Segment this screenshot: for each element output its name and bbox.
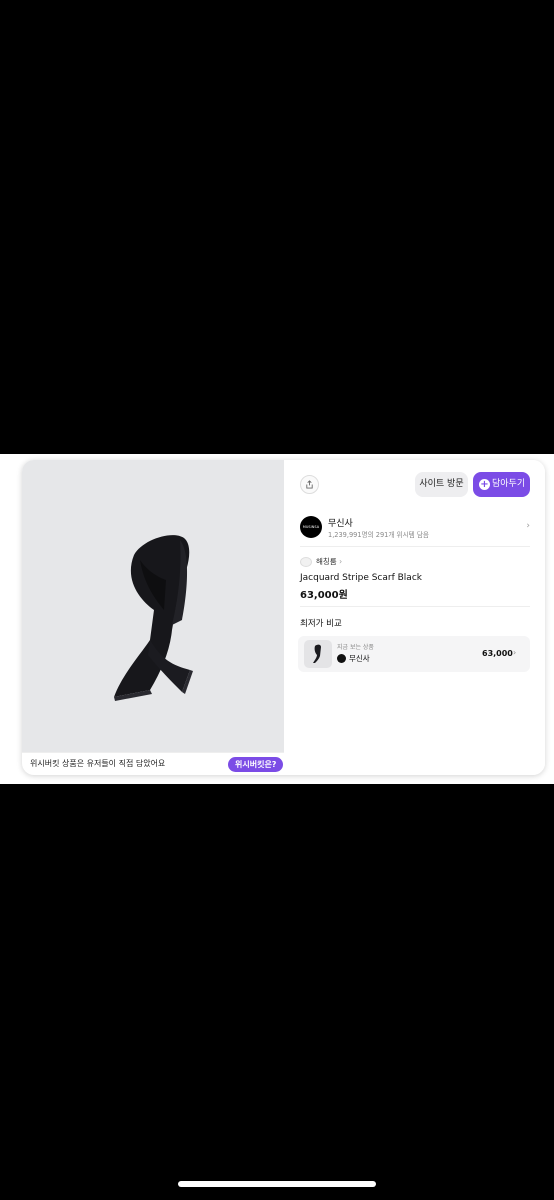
store-mini-logo [337,654,346,663]
chevron-right-icon: › [513,648,517,657]
divider [300,546,530,547]
share-icon [306,480,313,489]
visit-site-button[interactable]: 사이트 방문 [415,472,468,497]
compare-thumbnail [304,640,332,668]
home-indicator[interactable] [178,1181,376,1187]
compare-card[interactable]: 지금 보는 상품 무신사 63,000 › [298,636,530,672]
product-photo[interactable]: 위시버킷 상품은 유저들이 직접 담았어요 위시버킷은? [22,460,284,775]
brand-logo [300,557,312,567]
divider [300,606,530,607]
product-card: 위시버킷 상품은 유저들이 직접 담았어요 위시버킷은? 사이트 방문 + 담아… [22,460,545,775]
compare-title: 최저가 비교 [300,619,342,629]
scarf-image [114,535,193,701]
store-meta: 1,239,991명의 291개 위시템 담음 [328,531,429,539]
share-button[interactable] [300,475,319,494]
store-row[interactable]: MUSINSA 무신사 1,239,991명의 291개 위시템 담음 › [300,516,530,540]
brand-name: 해칭룸 › [316,557,343,566]
save-button[interactable]: + 담아두기 [473,472,530,497]
compare-label: 지금 보는 상품 [337,644,374,651]
photo-footer-text: 위시버킷 상품은 유저들이 직접 담았어요 [30,759,166,768]
wishbucket-info-button[interactable]: 위시버킷은? [228,757,284,772]
store-logo: MUSINSA [300,516,322,538]
plus-icon: + [479,479,490,490]
save-button-label: 담아두기 [492,479,526,489]
product-price: 63,000원 [300,590,348,601]
store-name: 무신사 [328,519,353,529]
product-name: Jacquard Stripe Scarf Black [300,573,422,583]
photo-footer: 위시버킷 상품은 유저들이 직접 담았어요 위시버킷은? [22,752,284,775]
compare-price: 63,000 [482,649,513,658]
detail-panel: 사이트 방문 + 담아두기 MUSINSA 무신사 1,239,991명의 29… [284,460,545,775]
scarf-thumbnail-image [313,644,321,663]
chevron-right-icon: › [526,521,530,531]
compare-store-name: 무신사 [349,654,370,663]
